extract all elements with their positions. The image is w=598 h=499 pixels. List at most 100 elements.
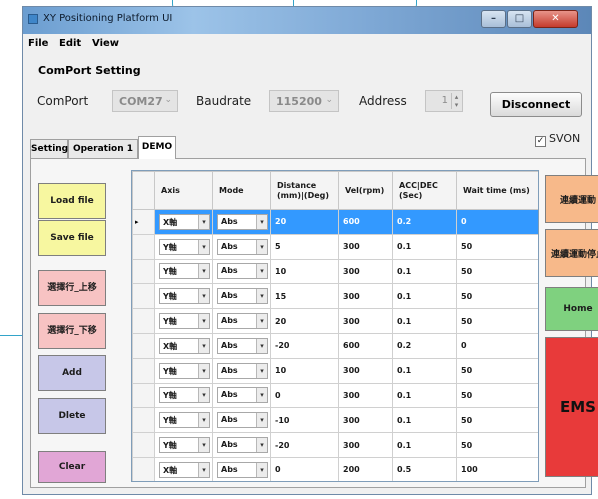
grid-cell[interactable]: 50 bbox=[456, 283, 538, 310]
row-header[interactable] bbox=[132, 308, 155, 334]
grid-cell[interactable]: 50 bbox=[456, 233, 538, 260]
column-header-mode[interactable]: Mode bbox=[212, 171, 271, 210]
mode-select[interactable]: Abs ▾ bbox=[217, 263, 268, 280]
grid-cell[interactable]: 300 bbox=[338, 382, 393, 409]
row-header[interactable] bbox=[132, 258, 155, 285]
mode-select[interactable]: Abs ▾ bbox=[217, 238, 268, 255]
column-header-velocity[interactable]: Vel(rpm) bbox=[338, 171, 393, 210]
grid-cell[interactable]: 10 bbox=[270, 258, 339, 285]
grid-cell[interactable]: 0.2 bbox=[392, 332, 457, 359]
checkbox-checked-icon[interactable]: ✓ bbox=[535, 136, 546, 147]
grid-cell[interactable]: 50 bbox=[456, 382, 538, 409]
chevron-down-icon[interactable]: ▾ bbox=[256, 239, 267, 254]
table-row[interactable]: Y軸 ▾ Abs ▾ 0 300 0.1 50 bbox=[132, 382, 538, 409]
table-row[interactable]: Y軸 ▾ Abs ▾ 5 300 0.1 50 bbox=[132, 233, 538, 260]
axis-select[interactable]: Y軸 ▾ bbox=[159, 263, 210, 280]
axis-cell[interactable]: X軸 ▾ bbox=[154, 456, 213, 481]
right-button-2[interactable]: 連續運動停止 bbox=[545, 229, 598, 277]
grid-cell[interactable]: -20 bbox=[270, 332, 339, 359]
left-button-4[interactable]: 選擇行_下移 bbox=[38, 313, 106, 349]
grid-cell[interactable]: 100 bbox=[456, 456, 538, 481]
right-button-4[interactable]: EMS bbox=[545, 337, 598, 477]
chevron-down-icon[interactable]: ▾ bbox=[198, 214, 209, 229]
grid-cell[interactable]: 0 bbox=[270, 456, 339, 481]
mode-select[interactable]: Abs ▾ bbox=[217, 288, 268, 305]
chevron-down-icon[interactable]: ▾ bbox=[198, 413, 209, 428]
grid-cell[interactable]: 0.2 bbox=[392, 209, 457, 235]
grid-cell[interactable]: 0.1 bbox=[392, 233, 457, 260]
left-button-6[interactable]: Dlete bbox=[38, 398, 106, 434]
mode-cell[interactable]: Abs ▾ bbox=[212, 233, 271, 260]
grid-cell[interactable]: 300 bbox=[338, 283, 393, 310]
table-row[interactable]: Y軸 ▾ Abs ▾ -20 300 0.1 50 bbox=[132, 432, 538, 458]
grid-cell[interactable]: 0.1 bbox=[392, 283, 457, 310]
axis-cell[interactable]: Y軸 ▾ bbox=[154, 357, 213, 384]
row-header[interactable] bbox=[132, 233, 155, 260]
mode-cell[interactable]: Abs ▾ bbox=[212, 258, 271, 285]
row-header[interactable] bbox=[132, 407, 155, 434]
column-header-axis[interactable]: Axis bbox=[154, 171, 213, 210]
grid-cell[interactable]: 0.5 bbox=[392, 456, 457, 481]
axis-cell[interactable]: Y軸 ▾ bbox=[154, 432, 213, 458]
title-bar[interactable]: XY Positioning Platform UI – □ ✕ bbox=[23, 7, 591, 34]
row-header[interactable] bbox=[132, 332, 155, 359]
tab-demo[interactable]: DEMO bbox=[138, 136, 176, 159]
mode-select[interactable]: Abs ▾ bbox=[217, 313, 268, 330]
comport-select[interactable]: COM27 ⌄ bbox=[112, 90, 178, 112]
table-row[interactable]: Y軸 ▾ Abs ▾ -10 300 0.1 50 bbox=[132, 407, 538, 434]
axis-cell[interactable]: Y軸 ▾ bbox=[154, 233, 213, 260]
grid-cell[interactable]: 0 bbox=[456, 209, 538, 235]
axis-select[interactable]: Y軸 ▾ bbox=[159, 362, 210, 379]
right-button-1[interactable]: 連續運動 bbox=[545, 175, 598, 223]
mode-cell[interactable]: Abs ▾ bbox=[212, 382, 271, 409]
right-button-3[interactable]: Home bbox=[545, 287, 598, 331]
chevron-down-icon[interactable]: ▾ bbox=[256, 363, 267, 378]
grid-cell[interactable]: 15 bbox=[270, 283, 339, 310]
mode-cell[interactable]: Abs ▾ bbox=[212, 209, 271, 235]
table-row[interactable]: Y軸 ▾ Abs ▾ 10 300 0.1 50 bbox=[132, 258, 538, 285]
grid-cell[interactable]: 300 bbox=[338, 308, 393, 334]
axis-select[interactable]: X軸 ▾ bbox=[159, 337, 210, 354]
menu-view[interactable]: View bbox=[92, 38, 119, 49]
chevron-down-icon[interactable]: ▾ bbox=[256, 438, 267, 453]
chevron-down-icon[interactable]: ▾ bbox=[256, 462, 267, 477]
address-stepper[interactable]: 1 ▴ ▾ bbox=[425, 90, 463, 112]
grid-cell[interactable]: 600 bbox=[338, 332, 393, 359]
chevron-down-icon[interactable]: ▾ bbox=[198, 462, 209, 477]
axis-select[interactable]: Y軸 ▾ bbox=[159, 238, 210, 255]
mode-cell[interactable]: Abs ▾ bbox=[212, 283, 271, 310]
mode-cell[interactable]: Abs ▾ bbox=[212, 357, 271, 384]
grid-cell[interactable]: 50 bbox=[456, 407, 538, 434]
axis-cell[interactable]: Y軸 ▾ bbox=[154, 283, 213, 310]
grid-cell[interactable]: 300 bbox=[338, 407, 393, 434]
axis-select[interactable]: Y軸 ▾ bbox=[159, 387, 210, 404]
mode-select[interactable]: Abs ▾ bbox=[217, 412, 268, 429]
axis-select[interactable]: Y軸 ▾ bbox=[159, 313, 210, 330]
row-header[interactable] bbox=[132, 382, 155, 409]
menu-file[interactable]: File bbox=[28, 38, 48, 49]
chevron-down-icon[interactable]: ▾ bbox=[198, 363, 209, 378]
baudrate-select[interactable]: 115200 ⌄ bbox=[269, 90, 339, 112]
column-header-acc-dec[interactable]: ACC|DEC (Sec) bbox=[392, 171, 457, 210]
table-row[interactable]: Y軸 ▾ Abs ▾ 10 300 0.1 50 bbox=[132, 357, 538, 384]
axis-select[interactable]: Y軸 ▾ bbox=[159, 412, 210, 429]
table-row[interactable]: X軸 ▾ Abs ▾ -20 600 0.2 0 bbox=[132, 332, 538, 359]
mode-cell[interactable]: Abs ▾ bbox=[212, 332, 271, 359]
row-header[interactable] bbox=[132, 283, 155, 310]
grid-cell[interactable]: -20 bbox=[270, 432, 339, 458]
chevron-down-icon[interactable]: ▾ bbox=[198, 438, 209, 453]
left-button-7[interactable]: Clear bbox=[38, 451, 106, 483]
grid-cell[interactable]: 300 bbox=[338, 357, 393, 384]
axis-cell[interactable]: Y軸 ▾ bbox=[154, 382, 213, 409]
grid-cell[interactable]: 50 bbox=[456, 432, 538, 458]
chevron-down-icon[interactable]: ▾ bbox=[256, 264, 267, 279]
grid-cell[interactable]: 10 bbox=[270, 357, 339, 384]
grid-cell[interactable]: 300 bbox=[338, 432, 393, 458]
table-row[interactable]: X軸 ▾ Abs ▾ 0 200 0.5 100 bbox=[132, 456, 538, 481]
chevron-down-icon[interactable]: ▾ bbox=[256, 289, 267, 304]
grid-cell[interactable]: 5 bbox=[270, 233, 339, 260]
svon-checkbox[interactable]: ✓ SVON bbox=[535, 132, 580, 147]
axis-select[interactable]: Y軸 ▾ bbox=[159, 437, 210, 454]
chevron-down-icon[interactable]: ▾ bbox=[256, 413, 267, 428]
grid-cell[interactable]: 0 bbox=[456, 332, 538, 359]
